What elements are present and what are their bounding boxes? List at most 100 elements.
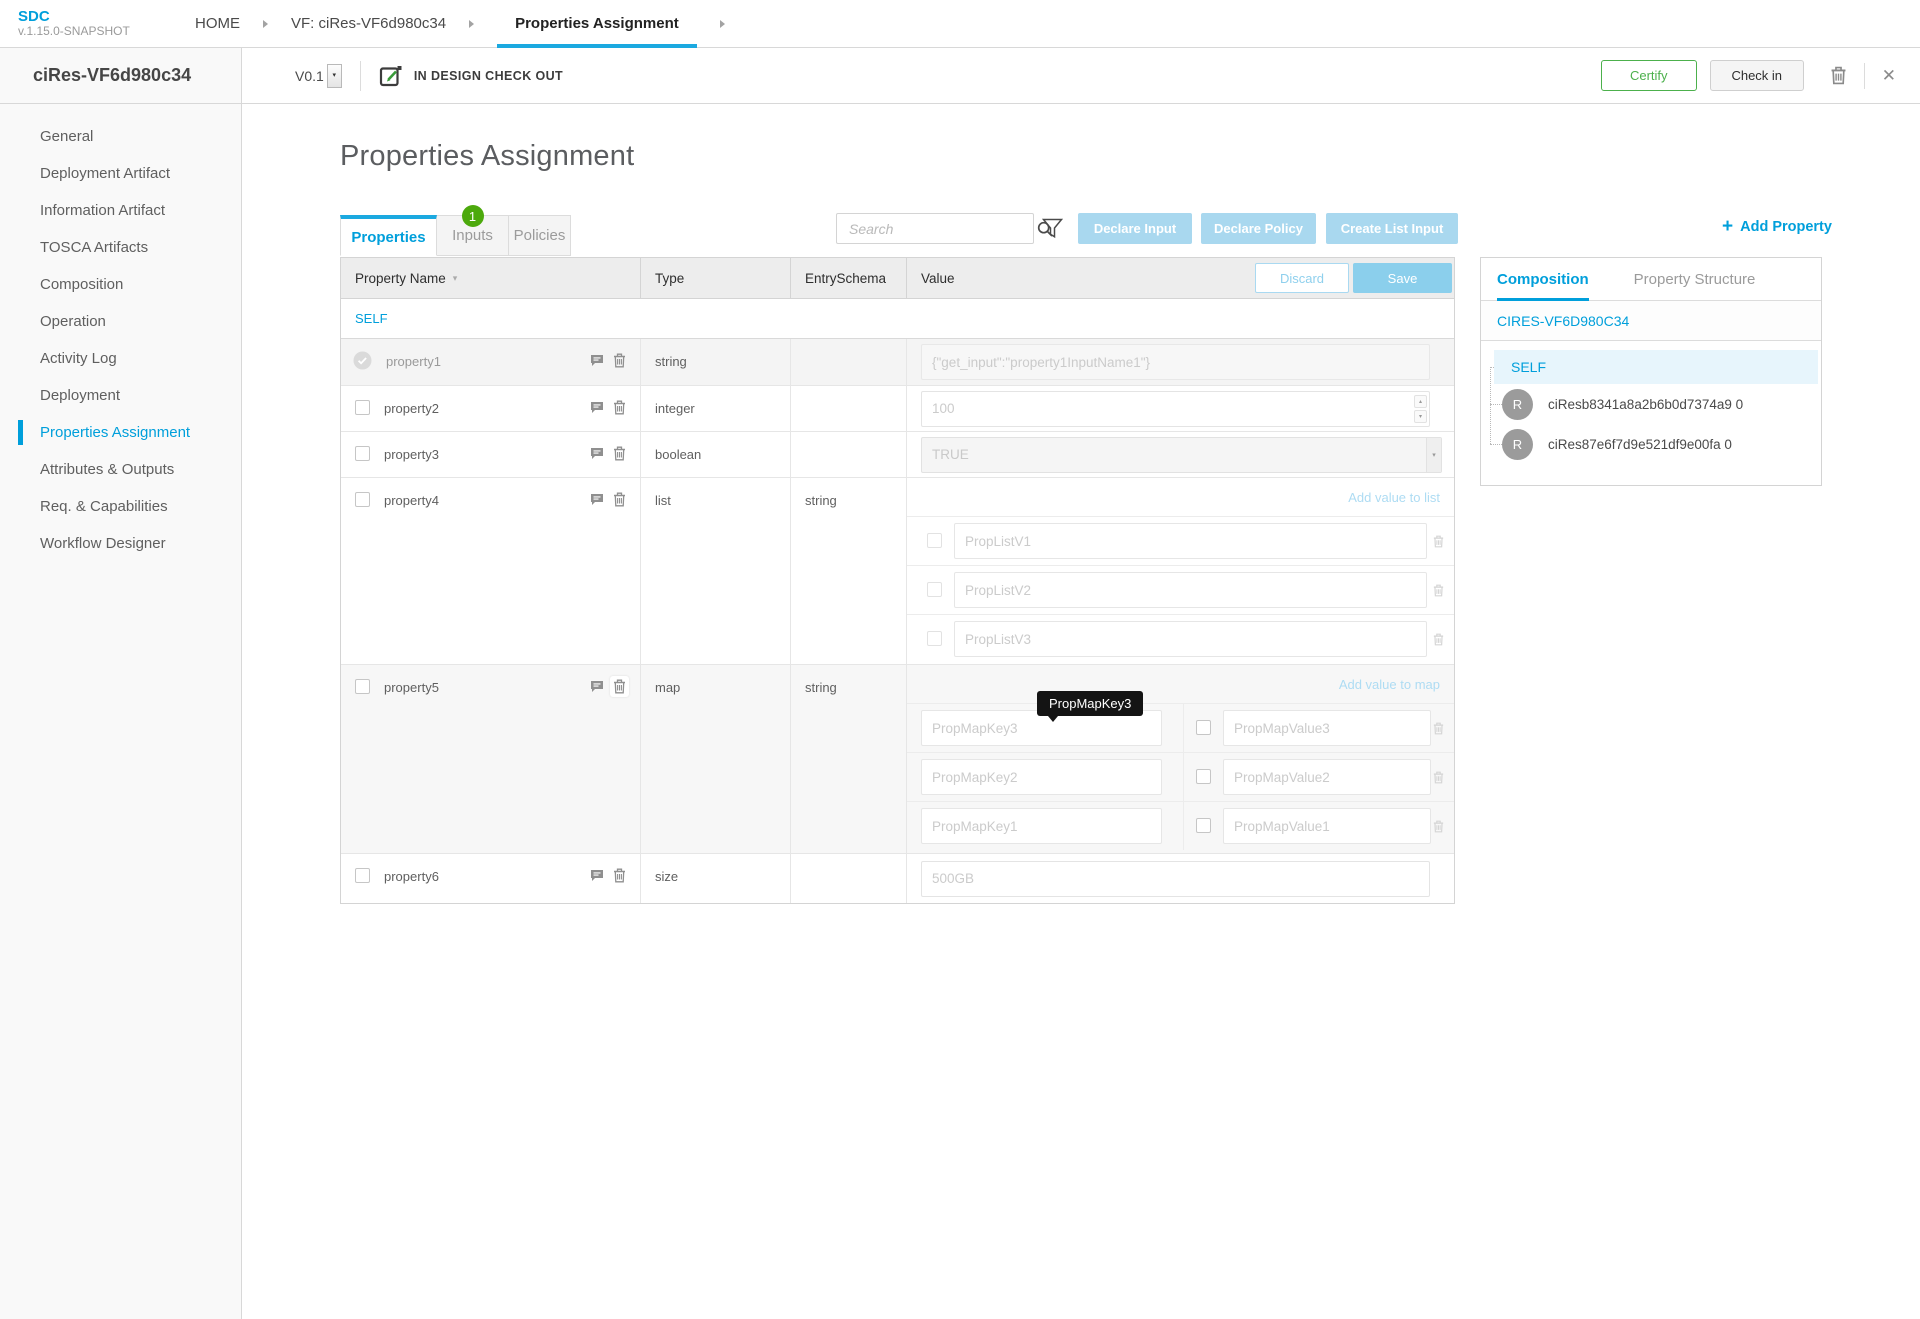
column-type: Type bbox=[641, 258, 791, 298]
list-item-checkbox[interactable] bbox=[927, 533, 942, 548]
tree-node-self[interactable]: SELF bbox=[1494, 350, 1818, 384]
sidebar-item-composition[interactable]: Composition bbox=[0, 266, 241, 303]
search-input[interactable] bbox=[837, 214, 1037, 243]
comment-icon[interactable] bbox=[590, 493, 604, 506]
comment-icon[interactable] bbox=[590, 354, 604, 367]
map-item-checkbox[interactable] bbox=[1196, 720, 1211, 735]
delete-list-item-icon[interactable] bbox=[1433, 535, 1444, 548]
value-cell: Add value to list bbox=[907, 478, 1454, 664]
map-key-input[interactable] bbox=[921, 759, 1162, 795]
map-entry-row: PropMapKey3 bbox=[907, 703, 1454, 752]
add-value-to-list-link[interactable]: Add value to list bbox=[1348, 490, 1440, 505]
map-item-checkbox[interactable] bbox=[1196, 818, 1211, 833]
sidebar-item-operation[interactable]: Operation bbox=[0, 303, 241, 340]
step-down-icon[interactable]: ▾ bbox=[1414, 410, 1427, 423]
name-cell: property5 bbox=[341, 665, 641, 853]
delete-icon[interactable] bbox=[613, 353, 626, 368]
checkin-button[interactable]: Check in bbox=[1710, 60, 1804, 91]
row-checkbox[interactable] bbox=[355, 400, 370, 415]
map-value-input[interactable] bbox=[1223, 759, 1431, 795]
sidebar-item-attributes-outputs[interactable]: Attributes & Outputs bbox=[0, 451, 241, 488]
certify-button[interactable]: Certify bbox=[1601, 60, 1697, 91]
delete-map-item-icon[interactable] bbox=[1433, 722, 1444, 735]
properties-tabs: Properties Inputs 1 Policies bbox=[340, 215, 571, 256]
comment-icon[interactable] bbox=[590, 680, 604, 693]
create-list-input-button[interactable]: Create List Input bbox=[1326, 213, 1458, 244]
save-button[interactable]: Save bbox=[1353, 263, 1452, 293]
table-row-property1: property1 string bbox=[341, 339, 1454, 386]
close-icon[interactable]: ✕ bbox=[1882, 67, 1896, 84]
declare-input-button[interactable]: Declare Input bbox=[1078, 213, 1192, 244]
sidebar-item-activity-log[interactable]: Activity Log bbox=[0, 340, 241, 377]
sidebar-item-information-artifact[interactable]: Information Artifact bbox=[0, 192, 241, 229]
map-key-input[interactable] bbox=[921, 808, 1162, 844]
property6-value-input[interactable] bbox=[921, 861, 1430, 897]
tab-property-structure[interactable]: Property Structure bbox=[1634, 258, 1756, 300]
delete-icon[interactable] bbox=[613, 492, 626, 507]
list-item-checkbox[interactable] bbox=[927, 582, 942, 597]
delete-component-icon[interactable] bbox=[1830, 66, 1847, 85]
sidebar-item-deployment[interactable]: Deployment bbox=[0, 377, 241, 414]
delete-list-item-icon[interactable] bbox=[1433, 584, 1444, 597]
property3-value-select[interactable]: TRUE ▾ bbox=[921, 437, 1442, 473]
map-value-input[interactable] bbox=[1223, 710, 1431, 746]
row-checkbox[interactable] bbox=[355, 446, 370, 461]
map-value-input[interactable] bbox=[1223, 808, 1431, 844]
breadcrumb-current[interactable]: Properties Assignment bbox=[497, 0, 697, 47]
table-row-property3: property3 boolean bbox=[341, 432, 1454, 478]
breadcrumb-home[interactable]: HOME bbox=[195, 15, 240, 32]
sidebar-item-tosca-artifacts[interactable]: TOSCA Artifacts bbox=[0, 229, 241, 266]
panel-tabs: Composition Property Structure bbox=[1481, 258, 1821, 301]
resource-avatar: R bbox=[1502, 429, 1533, 460]
list-item-row bbox=[907, 614, 1454, 663]
comment-icon[interactable] bbox=[590, 869, 604, 882]
list-item-checkbox[interactable] bbox=[927, 631, 942, 646]
row-checkbox[interactable] bbox=[355, 679, 370, 694]
sidebar-item-deployment-artifact[interactable]: Deployment Artifact bbox=[0, 155, 241, 192]
delete-map-item-icon[interactable] bbox=[1433, 771, 1444, 784]
tree-node-instance[interactable]: R ciResb8341a8a2b6b0d7374a9 0 bbox=[1481, 384, 1821, 424]
sidebar: General Deployment Artifact Information … bbox=[0, 104, 242, 1319]
number-stepper[interactable]: ▴ ▾ bbox=[1414, 395, 1427, 423]
map-item-checkbox[interactable] bbox=[1196, 769, 1211, 784]
row-checkbox[interactable] bbox=[355, 868, 370, 883]
tab-policies[interactable]: Policies bbox=[509, 215, 571, 256]
comment-icon[interactable] bbox=[590, 401, 604, 414]
component-name[interactable]: CIRES-VF6D980C34 bbox=[1481, 301, 1821, 341]
declare-policy-button[interactable]: Declare Policy bbox=[1201, 213, 1316, 244]
add-property-button[interactable]: + Add Property bbox=[1722, 217, 1832, 236]
comment-icon[interactable] bbox=[590, 447, 604, 460]
component-title: ciRes-VF6d980c34 bbox=[0, 48, 242, 103]
breadcrumb-vf[interactable]: VF: ciRes-VF6d980c34 bbox=[291, 15, 446, 32]
group-self[interactable]: SELF bbox=[341, 299, 1454, 339]
delete-icon[interactable] bbox=[613, 400, 626, 415]
delete-icon[interactable] bbox=[610, 676, 629, 697]
column-value: Value Discard Save bbox=[907, 258, 1454, 298]
delete-icon[interactable] bbox=[613, 868, 626, 883]
list-value-input[interactable] bbox=[954, 523, 1427, 559]
tab-inputs[interactable]: Inputs 1 bbox=[437, 215, 509, 256]
list-value-input[interactable] bbox=[954, 621, 1427, 657]
sidebar-item-properties-assignment[interactable]: Properties Assignment bbox=[0, 414, 241, 451]
discard-button[interactable]: Discard bbox=[1255, 263, 1349, 293]
property1-value-input[interactable] bbox=[921, 344, 1430, 380]
delete-map-item-icon[interactable] bbox=[1433, 820, 1444, 833]
property-name: property6 bbox=[384, 869, 590, 884]
tab-composition[interactable]: Composition bbox=[1497, 258, 1589, 300]
add-value-to-map-link[interactable]: Add value to map bbox=[1339, 677, 1440, 692]
sidebar-item-req-capabilities[interactable]: Req. & Capabilities bbox=[0, 488, 241, 525]
filter-icon[interactable] bbox=[1042, 218, 1063, 239]
tab-properties[interactable]: Properties bbox=[340, 215, 437, 256]
sidebar-item-workflow-designer[interactable]: Workflow Designer bbox=[0, 525, 241, 562]
version-selector[interactable]: ▾ bbox=[327, 64, 342, 88]
step-up-icon[interactable]: ▴ bbox=[1414, 395, 1427, 408]
sidebar-item-general[interactable]: General bbox=[0, 118, 241, 155]
tree-node-instance[interactable]: R ciRes87e6f7d9e521df9e00fa 0 bbox=[1481, 424, 1821, 464]
row-checkbox[interactable] bbox=[355, 492, 370, 507]
property2-value-input[interactable] bbox=[921, 391, 1430, 427]
list-value-input[interactable] bbox=[954, 572, 1427, 608]
delete-icon[interactable] bbox=[613, 446, 626, 461]
composition-panel: Composition Property Structure CIRES-VF6… bbox=[1480, 257, 1822, 486]
column-property-name[interactable]: Property Name ▾ bbox=[341, 258, 641, 298]
delete-list-item-icon[interactable] bbox=[1433, 633, 1444, 646]
